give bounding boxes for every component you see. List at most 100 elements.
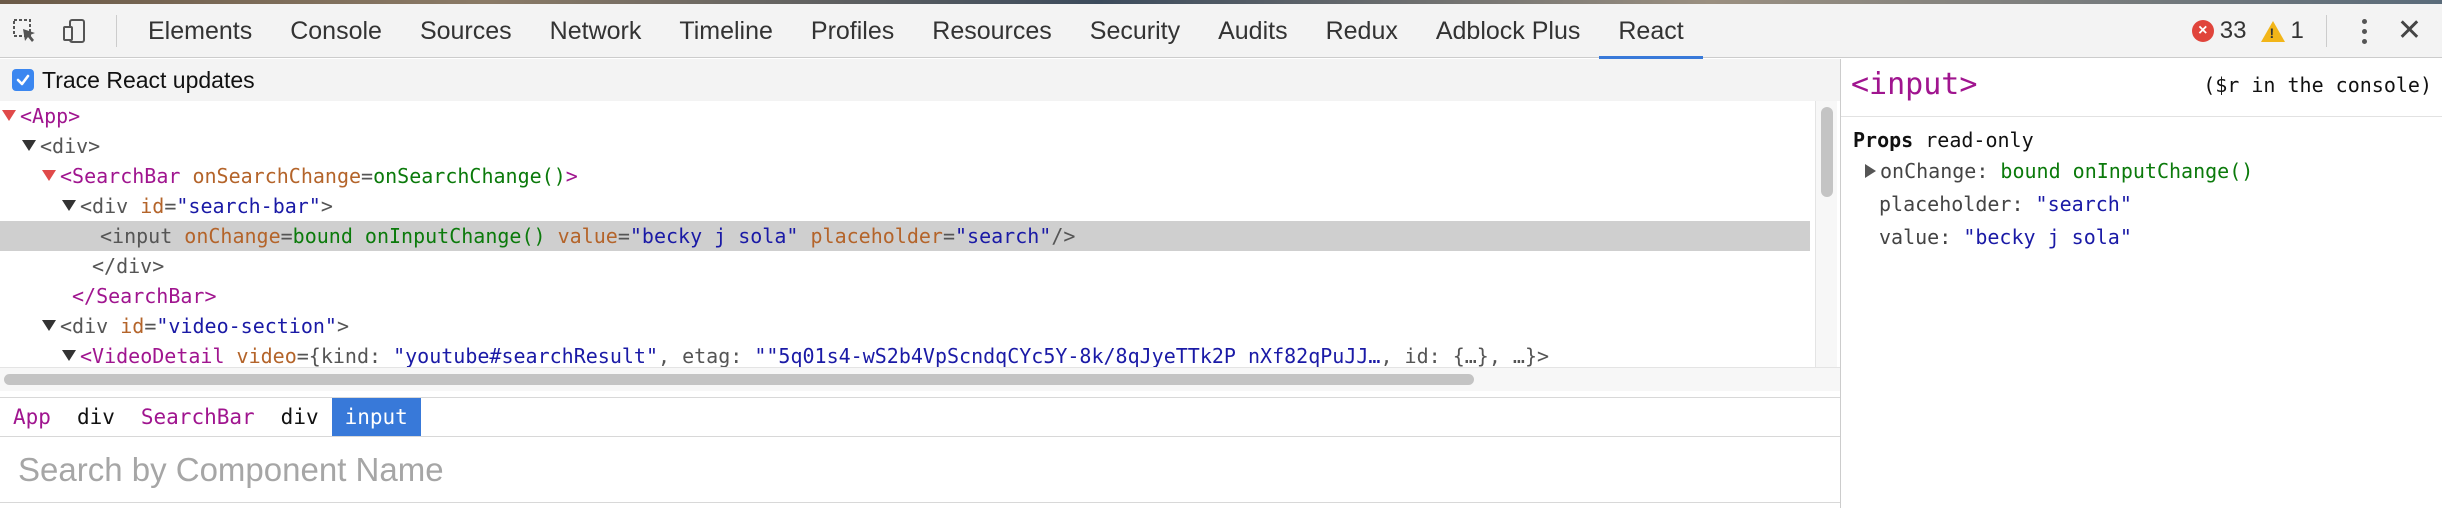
close-icon[interactable]: ✕ <box>2397 16 2422 46</box>
tree-node[interactable]: </div> <box>0 251 1810 281</box>
prop-value[interactable]: bound onInputChange() <box>2000 159 2253 183</box>
expand-arrow-icon[interactable] <box>62 200 76 211</box>
tree-node-selected[interactable]: <input onChange=bound onInputChange() va… <box>0 221 1810 251</box>
tree-token <box>225 344 237 367</box>
expand-arrow-icon[interactable] <box>62 350 76 361</box>
devtools-toolbar: Elements Console Sources Network Timeline Pro… <box>0 4 2442 59</box>
tree-token: <div> <box>40 134 101 158</box>
search-bar <box>0 437 1840 503</box>
tree-node[interactable]: <VideoDetail video={kind: "youtube#searc… <box>0 341 1810 367</box>
toolbar-divider <box>116 14 117 47</box>
expand-arrow-icon[interactable] <box>2 110 16 121</box>
tree-token: </SearchBar> <box>72 284 217 308</box>
tree-token <box>108 314 120 338</box>
breadcrumb-item-input[interactable]: input <box>331 398 421 436</box>
trace-updates-label[interactable]: Trace React updates <box>42 67 255 94</box>
prop-separator: : <box>1939 225 1964 249</box>
tab-redux[interactable]: Redux <box>1307 4 1417 58</box>
breadcrumb: App div SearchBar div input <box>0 397 1840 437</box>
tree-token: <VideoDetail <box>80 344 225 367</box>
error-icon[interactable]: × <box>2191 20 2214 42</box>
props-section: Props read-only onChange: bound onInputC… <box>1853 125 2253 254</box>
tree-token: "becky j sola" <box>629 224 799 248</box>
expand-arrow-icon[interactable] <box>1865 163 1876 178</box>
expand-arrow-icon[interactable] <box>42 320 56 331</box>
tree-node[interactable]: <div> <box>0 131 1810 161</box>
tree-node[interactable]: </SearchBar> <box>0 281 1810 311</box>
tree-token: /> <box>1051 224 1076 248</box>
react-tree-panel: Trace React updates <App> <div> <SearchBar… <box>0 59 1840 508</box>
tree-node[interactable]: <SearchBar onSearchChange=onSearchChange… <box>0 161 1810 191</box>
error-count[interactable]: 33 <box>2220 17 2247 45</box>
breadcrumb-item-searchbar[interactable]: SearchBar <box>128 398 268 436</box>
breadcrumb-item-app[interactable]: App <box>0 398 64 436</box>
expand-arrow-icon[interactable] <box>22 140 36 151</box>
warning-icon[interactable]: ! <box>2260 20 2285 42</box>
tab-sources[interactable]: Sources <box>401 4 531 58</box>
tree-node[interactable]: <div id="search-bar"> <box>0 191 1810 221</box>
tree-token: , id: {…}, …}> <box>1380 344 1550 367</box>
tree-token: bound onInputChange() <box>292 224 546 248</box>
prop-value[interactable]: "search" <box>2036 192 2132 216</box>
tree-token: "search-bar" <box>176 194 321 218</box>
trace-updates-checkbox[interactable] <box>12 69 34 91</box>
prop-key: value <box>1879 225 1940 249</box>
tree-token: > <box>320 194 333 218</box>
breadcrumb-item-div[interactable]: div <box>64 398 128 436</box>
tree-token: > <box>336 314 350 338</box>
tree-token: "search" <box>954 224 1052 248</box>
tree-vertical-scrollbar[interactable] <box>1815 101 1837 367</box>
tab-resources[interactable]: Resources <box>913 4 1071 58</box>
tab-console[interactable]: Console <box>271 4 401 58</box>
prop-value[interactable]: "becky j sola" <box>1963 225 2132 249</box>
tree-token: = <box>942 224 955 248</box>
tree-token: onChange <box>184 224 281 248</box>
prop-separator: : <box>2011 192 2036 216</box>
tree-horizontal-scrollbar[interactable] <box>0 367 1840 391</box>
breadcrumb-item-div[interactable]: div <box>268 398 332 436</box>
tab-adblock-plus[interactable]: Adblock Plus <box>1417 4 1600 58</box>
tree-token: = <box>280 224 293 248</box>
props-mode: read-only <box>1925 128 2034 152</box>
toolbar-divider <box>2325 15 2327 47</box>
prop-separator: : <box>1976 159 2001 183</box>
device-mode-icon[interactable] <box>50 4 100 58</box>
tree-token: <input <box>100 224 173 248</box>
search-input[interactable] <box>0 437 1840 502</box>
tree-token: <SearchBar <box>60 164 181 188</box>
tree-token: ""5q01s4-wS2b4VpScndqCYc5Y-8k/8qJyeTTk2P… <box>754 344 1381 367</box>
inspect-element-icon[interactable] <box>0 4 50 58</box>
trace-updates-row: Trace React updates <box>0 59 1840 101</box>
tree-token: <div <box>60 314 109 338</box>
tree-token: onSearchChange <box>192 164 362 188</box>
tab-profiles[interactable]: Profiles <box>792 4 913 58</box>
tab-audits[interactable]: Audits <box>1199 4 1306 58</box>
props-header: Props read-only <box>1853 125 2253 155</box>
scrollbar-thumb[interactable] <box>1821 107 1833 197</box>
component-tree: <App> <div> <SearchBar onSearchChange=onSe… <box>0 101 1810 367</box>
prop-placeholder: placeholder: "search" <box>1853 188 2253 221</box>
tree-token: value <box>557 224 618 248</box>
tree-node[interactable]: <div id="video-section"> <box>0 311 1810 341</box>
console-hint: ($r in the console) <box>2203 73 2432 97</box>
tree-token: = <box>617 224 630 248</box>
tree-token: id <box>120 314 145 338</box>
tree-node[interactable]: <App> <box>0 101 1810 131</box>
tab-network[interactable]: Network <box>531 4 661 58</box>
tree-token: > <box>565 164 578 188</box>
tab-react[interactable]: React <box>1599 4 1704 59</box>
props-title: Props <box>1853 128 1914 152</box>
prop-onchange[interactable]: onChange: bound onInputChange() <box>1853 155 2253 188</box>
tree-token: = <box>164 194 177 218</box>
more-options-icon[interactable] <box>2345 18 2385 44</box>
prop-key: onChange <box>1880 159 1977 183</box>
tab-timeline[interactable]: Timeline <box>660 4 792 58</box>
tab-elements[interactable]: Elements <box>129 4 271 58</box>
warning-count[interactable]: 1 <box>2291 17 2304 45</box>
tab-security[interactable]: Security <box>1071 4 1199 58</box>
tree-token: <App> <box>20 104 81 128</box>
expand-arrow-icon[interactable] <box>42 170 56 181</box>
tree-token <box>798 224 810 248</box>
scrollbar-thumb[interactable] <box>4 374 1474 385</box>
tree-token: = <box>144 314 157 338</box>
